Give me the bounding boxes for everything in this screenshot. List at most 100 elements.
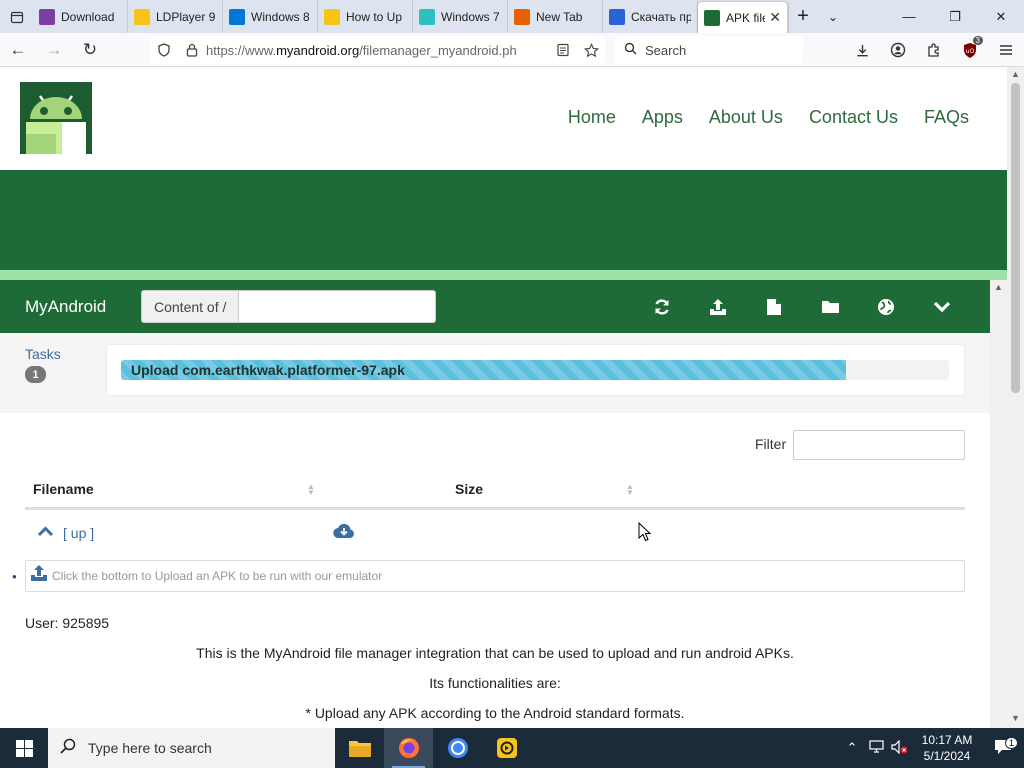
column-header-filename[interactable]: Filename (33, 481, 94, 497)
notification-center-button[interactable]: 1 (982, 736, 1024, 758)
nav-apps[interactable]: Apps (642, 107, 683, 128)
tab-label: LDPlayer 9 (156, 9, 216, 24)
minimize-button[interactable]: — (886, 0, 932, 33)
back-button[interactable]: ← (0, 33, 36, 67)
scroll-up-arrow-icon[interactable]: ▲ (1007, 69, 1024, 83)
upload-button[interactable] (690, 280, 746, 333)
download-icon (856, 44, 868, 56)
upload-icon (710, 298, 726, 315)
ublock-count-badge: 3 (972, 36, 983, 45)
new-folder-button[interactable] (802, 280, 858, 333)
cloud-download-icon[interactable] (333, 522, 355, 544)
browser-tab[interactable]: APK file ✕ (698, 2, 788, 33)
account-button[interactable] (880, 33, 916, 67)
taskbar-search-box[interactable]: Type here to search (48, 728, 335, 768)
firefox-icon (398, 738, 419, 758)
new-file-button[interactable] (746, 280, 802, 333)
hero-banner (0, 170, 1007, 270)
ublock-button[interactable]: uO 3 (952, 33, 988, 67)
panel-scroll-up-icon[interactable]: ▲ (990, 282, 1007, 292)
sort-filename-icon[interactable]: ▲ ▼ (307, 483, 315, 497)
browser-tab[interactable]: LDPlayer 9 (128, 0, 223, 33)
globe-icon (878, 298, 894, 315)
restore-icon: ❐ (949, 8, 961, 24)
tab-favicon-icon (39, 8, 55, 25)
tab-favicon-icon (134, 8, 150, 25)
site-logo[interactable] (20, 82, 92, 154)
refresh-button[interactable] (634, 280, 690, 333)
language-button[interactable] (858, 280, 914, 333)
browser-tab[interactable]: Windows 8 (223, 0, 318, 33)
plus-icon: + (797, 5, 809, 27)
clock-time: 10:17 AM (921, 733, 973, 747)
taskbar-file-explorer[interactable] (335, 728, 384, 768)
user-id-text: User: 925895 (25, 615, 110, 631)
tab-label: Download (61, 9, 115, 24)
extensions-button[interactable] (916, 33, 952, 67)
app-menu-button[interactable] (988, 33, 1024, 67)
new-tab-button[interactable]: + (788, 0, 818, 33)
arrow-left-icon: ← (9, 39, 27, 59)
path-input[interactable] (239, 290, 437, 323)
page-scrollbar[interactable]: ▲ ▼ (1007, 67, 1024, 728)
tab-favicon-icon (704, 9, 720, 26)
downloads-button[interactable] (844, 33, 880, 67)
page-viewport: Home Apps About Us Contact Us FAQs MyAnd… (0, 67, 1007, 728)
list-bullet: ● (12, 572, 17, 581)
reader-view-icon[interactable] (549, 43, 577, 57)
nav-faqs[interactable]: FAQs (924, 107, 969, 128)
bookmark-star-icon[interactable] (577, 42, 605, 58)
nav-contact-us[interactable]: Contact Us (809, 107, 898, 128)
panel-scrollbar[interactable]: ▲ (990, 280, 1007, 728)
upload-apk-hint: Click the bottom to Upload an APK to be … (52, 569, 383, 583)
banner-stripe (0, 270, 1007, 280)
tab-label: APK file (726, 10, 766, 25)
browser-tab[interactable]: Windows 7 (413, 0, 508, 33)
scrollbar-thumb[interactable] (1011, 83, 1020, 393)
path-box: Content of / (141, 290, 437, 323)
browser-tab[interactable]: How to Up (318, 0, 413, 33)
main-nav: Home Apps About Us Contact Us FAQs (568, 107, 969, 128)
scroll-down-arrow-icon[interactable]: ▼ (1007, 713, 1024, 727)
nav-about-us[interactable]: About Us (709, 107, 783, 128)
up-directory-link[interactable]: [ up ] (63, 525, 94, 541)
sort-size-icon[interactable]: ▲ ▼ (626, 483, 634, 497)
restore-button[interactable]: ❐ (932, 0, 978, 33)
browser-tab[interactable]: New Tab (508, 0, 603, 33)
path-label: Content of / (141, 290, 240, 323)
nav-home[interactable]: Home (568, 107, 616, 128)
tray-overflow-chevron-icon[interactable]: ⌃ (840, 740, 864, 756)
url-bar[interactable]: https://www.myandroid.org/filemanager_my… (150, 36, 605, 64)
browser-tab[interactable]: Download (33, 0, 128, 33)
taskbar-ldplayer[interactable] (482, 728, 531, 768)
android-logo-icon (20, 82, 92, 154)
taskbar-clock[interactable]: 10:17 AM 5/1/2024 (912, 732, 982, 764)
close-tab-icon[interactable]: ✕ (765, 9, 781, 26)
forward-button[interactable]: → (36, 33, 72, 67)
close-window-button[interactable]: ✕ (978, 0, 1024, 33)
browser-search-input[interactable]: Search (615, 36, 803, 64)
tasks-link[interactable]: Tasks (25, 346, 61, 362)
tab-favicon-icon (514, 8, 530, 25)
browser-tab[interactable]: Скачать пр (603, 0, 698, 33)
volume-muted-icon[interactable] (888, 739, 912, 757)
upload-task-card: Upload com.earthkwak.platformer-97.apk (107, 345, 964, 395)
reload-button[interactable]: ↻ (72, 33, 108, 67)
tab-list-button[interactable] (0, 0, 33, 33)
taskbar-chrome[interactable] (433, 728, 482, 768)
clock-date: 5/1/2024 (923, 749, 971, 763)
more-options-button[interactable] (914, 280, 970, 333)
upload-apk-row[interactable]: Click the bottom to Upload an APK to be … (25, 560, 965, 592)
taskbar-firefox[interactable] (384, 728, 433, 768)
tab-overflow-button[interactable]: ⌄ (818, 0, 848, 33)
reload-icon: ↻ (82, 39, 98, 59)
filemanager-title: MyAndroid (25, 296, 107, 316)
filter-input[interactable] (793, 430, 965, 460)
start-button[interactable] (0, 728, 48, 768)
column-header-size[interactable]: Size (455, 481, 483, 497)
shield-icon (150, 43, 178, 57)
windows-taskbar: Type here to search ⌃ 10:17 AM 5/1/2024 … (0, 728, 1024, 768)
puzzle-icon (928, 43, 939, 57)
table-row-up[interactable]: [ up ] (25, 510, 965, 558)
network-icon[interactable] (864, 740, 888, 756)
